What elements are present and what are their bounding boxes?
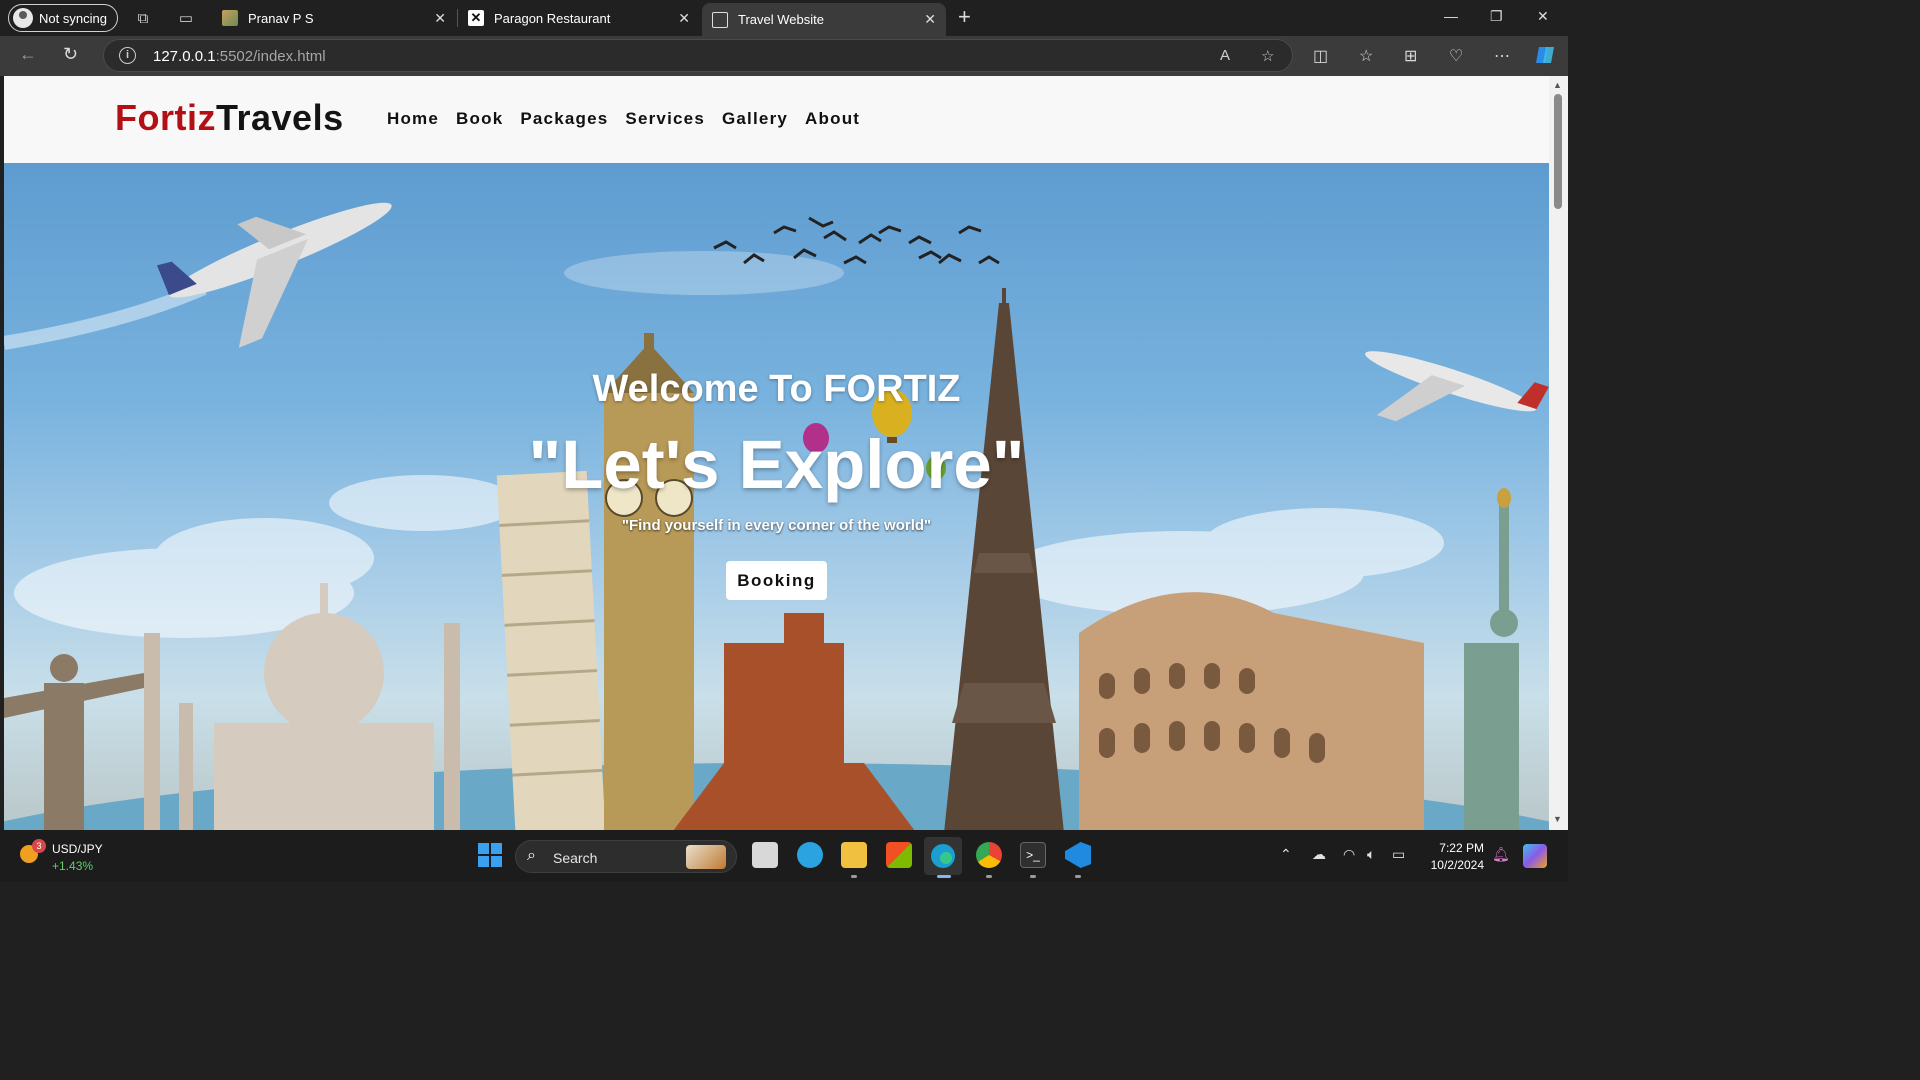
running-indicator (1075, 875, 1081, 878)
copilot-taskbar-icon[interactable] (1523, 844, 1547, 868)
hero-banner: Welcome To FORTIZ "Let's Explore" "Find … (4, 163, 1549, 830)
notifications-bell-icon[interactable]: 🔔︎ (1492, 846, 1510, 863)
running-indicator (1030, 875, 1036, 878)
birds (713, 216, 1000, 265)
web-page: FortizTravels Home Book Packages Service… (4, 76, 1549, 830)
clock-date: 10/2/2024 (1430, 858, 1484, 872)
page-icon (712, 11, 728, 28)
volume-icon[interactable]: 🔈︎ (1367, 846, 1375, 863)
tab-paragon-restaurant[interactable]: ✕ Paragon Restaurant ✕ (458, 3, 700, 33)
site-logo[interactable]: FortizTravels (115, 97, 344, 139)
scroll-up-icon[interactable]: ▲ (1553, 80, 1562, 90)
close-tab-icon[interactable]: ✕ (678, 10, 690, 27)
address-input[interactable]: i 127.0.0.1:5502/index.html A ☆ (103, 39, 1293, 72)
url-host: 127.0.0.1 (153, 48, 216, 65)
address-toolbar: ← ↻ i 127.0.0.1:5502/index.html A ☆ ◫ ☆ … (0, 36, 1568, 76)
favorites-icon[interactable]: ☆ (1359, 46, 1373, 66)
profile-button[interactable]: Not syncing (8, 4, 118, 32)
favorite-star-icon[interactable]: ☆ (1261, 47, 1274, 65)
workspaces-icon[interactable]: ⧉ (133, 8, 153, 28)
taskbar-search[interactable]: ⌕ Search (515, 840, 737, 873)
search-label: Search (553, 850, 598, 866)
main-nav: Home Book Packages Services Gallery Abou… (387, 109, 860, 129)
vscode-icon[interactable] (1065, 842, 1091, 868)
browser-tab-bar: Not syncing ⧉ ▭ Pranav P S ✕ ✕ Paragon R… (0, 0, 1568, 36)
running-indicator (851, 875, 857, 878)
notification-badge: 3 (32, 839, 46, 853)
wifi-icon[interactable]: ◠ (1343, 846, 1355, 863)
scrollbar-thumb[interactable] (1554, 94, 1562, 209)
logo-travels: Travels (215, 97, 344, 138)
monument-valley-rock (673, 613, 915, 830)
running-indicator (937, 875, 951, 878)
microsoft-store-icon[interactable] (886, 842, 912, 868)
tab-title: Pranav P S (248, 10, 314, 26)
read-aloud-icon[interactable]: A (1220, 47, 1230, 64)
back-icon[interactable]: ← (19, 44, 37, 65)
windows-start-icon[interactable] (477, 842, 503, 868)
site-info-icon[interactable]: i (119, 47, 136, 64)
ticker-symbol: USD/JPY (52, 842, 103, 856)
search-icon: ⌕ (527, 847, 536, 864)
terminal-icon[interactable]: >_ (1020, 842, 1046, 868)
nav-home[interactable]: Home (387, 109, 439, 129)
hero-tagline: "Let's Explore" (528, 426, 1025, 503)
profile-label: Not syncing (39, 10, 107, 26)
browser-essentials-icon[interactable]: ♡ (1449, 46, 1463, 66)
onedrive-icon[interactable]: ☁ (1312, 846, 1326, 863)
url-path: :5502/index.html (215, 48, 326, 65)
nav-gallery[interactable]: Gallery (722, 109, 788, 129)
tab-pranav[interactable]: Pranav P S ✕ (212, 3, 456, 33)
clock-time: 7:22 PM (1439, 841, 1484, 855)
scroll-down-icon[interactable]: ▼ (1553, 814, 1562, 824)
minimize-icon[interactable]: — (1444, 8, 1458, 24)
running-indicator (986, 875, 992, 878)
refresh-icon[interactable]: ↻ (63, 44, 78, 65)
tab-title: Travel Website (738, 12, 824, 27)
windows-taskbar: 3 USD/JPY +1.43% ⌕ Search >_ ⌃ ☁ ◠ 🔈︎ ▭ … (0, 830, 1568, 882)
close-tab-icon[interactable]: ✕ (434, 10, 446, 27)
search-highlight-icon (686, 845, 726, 869)
hero-welcome-heading: Welcome To FORTIZ (592, 368, 961, 410)
system-clock[interactable]: 7:22 PM 10/2/2024 (1418, 840, 1484, 874)
close-window-icon[interactable]: ✕ (1537, 8, 1549, 25)
tab-actions-icon[interactable]: ▭ (176, 8, 196, 28)
new-tab-icon[interactable]: + (958, 6, 971, 28)
tab-favicon-icon: ✕ (468, 10, 484, 26)
copilot-icon[interactable] (1534, 43, 1558, 72)
tab-travel-website[interactable]: Travel Website ✕ (702, 3, 946, 36)
profile-avatar-icon (13, 8, 33, 28)
airplane-left (156, 202, 392, 348)
nav-about[interactable]: About (805, 109, 860, 129)
statue-of-liberty (1464, 488, 1519, 830)
file-explorer-icon[interactable] (841, 842, 867, 868)
nav-book[interactable]: Book (456, 109, 503, 129)
more-menu-icon[interactable]: ⋯ (1494, 46, 1510, 66)
split-screen-icon[interactable]: ◫ (1313, 46, 1328, 66)
page-scrollbar[interactable]: ▲ ▼ (1549, 76, 1568, 830)
telegram-icon[interactable] (797, 842, 823, 868)
tab-favicon-icon (222, 10, 238, 26)
collections-icon[interactable]: ⊞ (1404, 46, 1417, 66)
restore-icon[interactable]: ❐ (1490, 8, 1503, 25)
nav-packages[interactable]: Packages (520, 109, 608, 129)
edge-icon (931, 844, 955, 868)
booking-button[interactable]: Booking (726, 561, 827, 600)
site-header: FortizTravels Home Book Packages Service… (4, 76, 1549, 163)
colosseum (1079, 592, 1424, 830)
url-text: 127.0.0.1:5502/index.html (153, 48, 326, 65)
logo-fortiz: Fortiz (115, 97, 216, 138)
show-hidden-icons-icon[interactable]: ⌃ (1280, 846, 1292, 863)
ticker-change: +1.43% (52, 859, 94, 873)
tab-title: Paragon Restaurant (494, 10, 611, 26)
battery-icon[interactable]: ▭ (1392, 846, 1405, 863)
nav-services[interactable]: Services (625, 109, 705, 129)
task-view-icon[interactable] (752, 842, 778, 868)
chrome-icon[interactable] (976, 842, 1002, 868)
close-tab-icon[interactable]: ✕ (924, 11, 936, 28)
hero-subtitle: "Find yourself in every corner of the wo… (621, 517, 932, 534)
edge-active-slot[interactable] (924, 837, 962, 875)
